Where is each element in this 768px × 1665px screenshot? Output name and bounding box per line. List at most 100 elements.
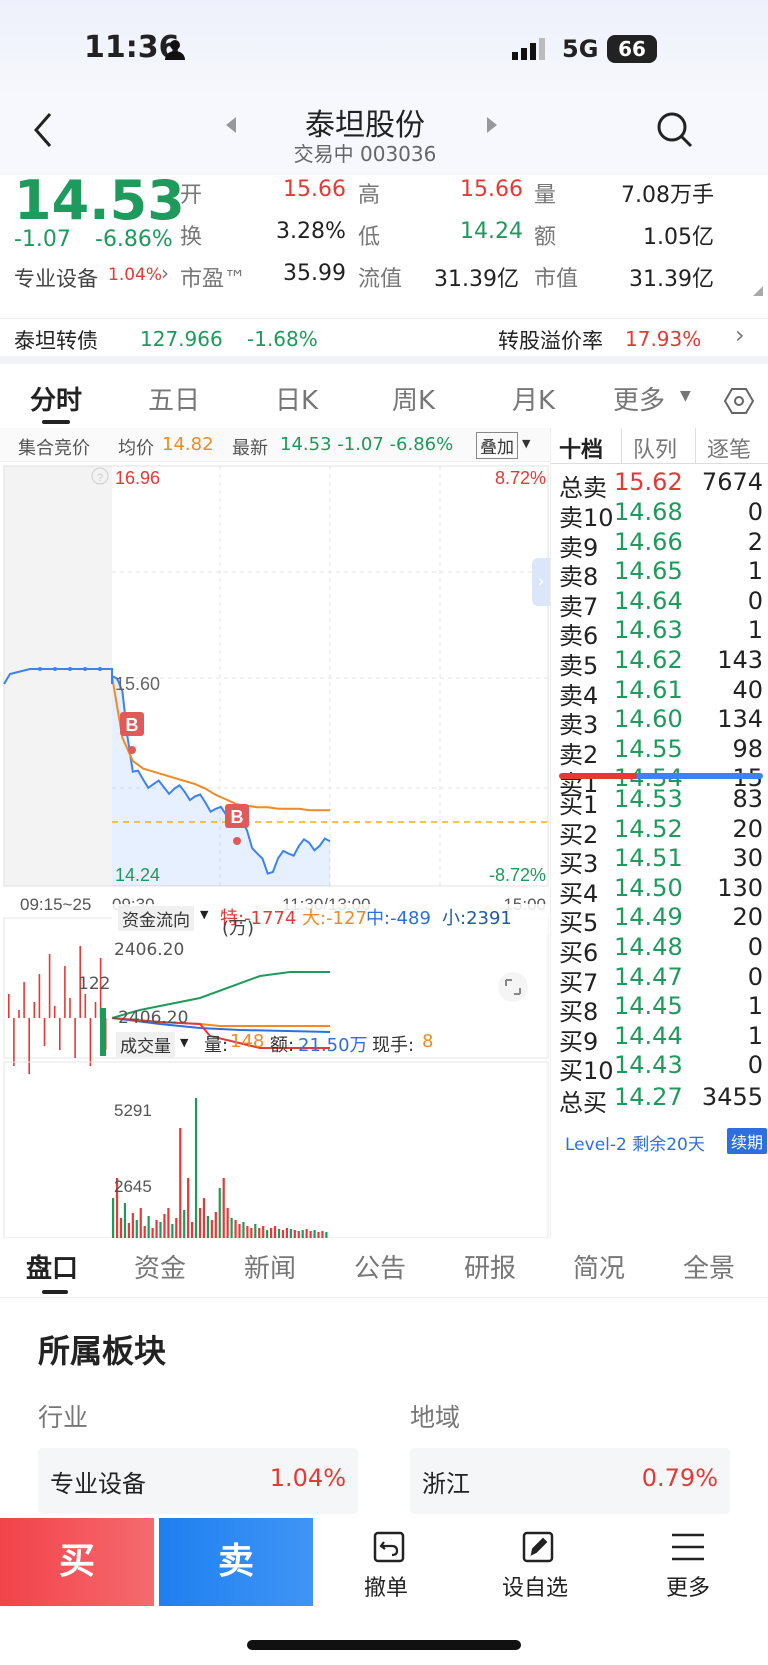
ask-level-row[interactable]: 卖2 14.55 98 <box>559 735 763 769</box>
bid-level-row[interactable]: 买10 14.43 0 <box>559 1051 763 1085</box>
volume-dropdown[interactable]: 成交量 <box>116 1032 175 1057</box>
intraday-chart-area[interactable]: 集合竞价 均价 14.82 最新 14.53 -1.07 -6.86% 叠加 ▼… <box>0 428 550 1238</box>
flow-bar <box>38 974 41 1018</box>
dropdown-icon: ▼ <box>200 908 209 921</box>
tab-research[interactable]: 研报 <box>464 1248 516 1285</box>
tab-monthly-k[interactable]: 月K <box>512 380 555 417</box>
renew-button[interactable]: 续期 <box>727 1128 768 1154</box>
level-price: 14.48 <box>614 933 683 961</box>
tab-tick[interactable]: 逐笔 <box>707 432 751 464</box>
flow-bar <box>48 954 51 1018</box>
info-tabs: 盘口 资金 新闻 公告 研报 简况 全景 <box>0 1238 768 1298</box>
industry-name: 专业设备 <box>50 1470 146 1498</box>
ask-level-row[interactable]: 卖8 14.65 1 <box>559 557 763 591</box>
bid-level-row[interactable]: 买2 14.52 20 <box>559 815 763 849</box>
volume-bar <box>151 1228 154 1238</box>
bid-level-row[interactable]: 买9 14.44 1 <box>559 1022 763 1056</box>
sector-name[interactable]: 专业设备 <box>14 263 98 293</box>
y-axis-top-pct: 8.72% <box>495 468 546 488</box>
level-volume: 0 <box>747 962 763 991</box>
tab-overview[interactable]: 全景 <box>683 1248 735 1285</box>
chevron-right-icon[interactable]: › <box>532 558 550 606</box>
total-buy-volume: 3455 <box>701 1083 763 1111</box>
buy-button[interactable]: 买 <box>0 1518 154 1606</box>
ask-level-row[interactable]: 卖6 14.63 1 <box>559 616 763 650</box>
industry-card[interactable]: 专业设备 1.04% <box>38 1448 358 1514</box>
amt-value: 21.50万 <box>298 1035 368 1056</box>
volume-bar <box>301 1230 304 1238</box>
bid-level-row[interactable]: 买7 14.47 0 <box>559 962 763 997</box>
price-change-pct: -6.86% <box>95 227 173 252</box>
market-cap-value: 31.39亿 <box>629 267 714 292</box>
svg-text:B: B <box>231 807 244 827</box>
amount-label: 额 <box>534 225 557 250</box>
signal-icon <box>512 38 545 60</box>
ask-level-row[interactable]: 卖7 14.64 0 <box>559 587 763 621</box>
convertible-bond-row[interactable]: 泰坦转债 127.966 -1.68% 转股溢价率 17.93% › <box>0 318 768 364</box>
tab-handicap[interactable]: 盘口 <box>26 1248 78 1285</box>
settings-hexagon-icon[interactable] <box>724 386 754 416</box>
tab-daily-k[interactable]: 日K <box>275 380 318 417</box>
sell-button[interactable]: 卖 <box>159 1518 313 1606</box>
flow-bar <box>84 994 87 1018</box>
add-watchlist-button[interactable]: 设自选 <box>490 1526 586 1602</box>
tab-funds[interactable]: 资金 <box>134 1248 186 1285</box>
tab-weekly-k[interactable]: 周K <box>392 380 435 417</box>
tab-queue[interactable]: 队列 <box>633 432 677 464</box>
level-price: 14.43 <box>614 1051 683 1080</box>
chevron-right-icon[interactable]: › <box>161 261 169 285</box>
expand-corner-icon[interactable] <box>753 286 763 296</box>
ask-level-row[interactable]: 卖4 14.61 40 <box>559 676 763 710</box>
high-label: 高 <box>358 183 381 208</box>
overlay-dropdown[interactable]: 叠加 <box>476 432 518 459</box>
ask-level-row[interactable]: 卖5 14.62 143 <box>559 646 763 680</box>
level-volume: 134 <box>717 705 763 734</box>
volume-bar <box>262 1226 265 1238</box>
volume-bar <box>210 1220 213 1238</box>
cancel-order-button[interactable]: 撤单 <box>340 1526 436 1602</box>
region-card[interactable]: 浙江 0.79% <box>410 1448 730 1514</box>
svg-text:?: ? <box>97 472 103 484</box>
total-sell-volume: 7674 <box>701 468 763 496</box>
bid-level-row[interactable]: 买1 14.53 83 <box>559 785 763 819</box>
volume-bar <box>155 1220 158 1238</box>
fund-flow-dropdown[interactable]: 资金流向 <box>118 906 194 931</box>
next-stock-icon[interactable] <box>485 115 499 135</box>
tab-more[interactable]: 更多 <box>613 380 665 417</box>
tab-intraday[interactable]: 分时 <box>30 380 82 417</box>
tab-news[interactable]: 新闻 <box>244 1248 296 1285</box>
sector-pct[interactable]: 1.04% <box>108 265 162 285</box>
prev-stock-icon[interactable] <box>224 115 238 135</box>
tab-ten-level[interactable]: 十档 <box>559 432 603 464</box>
volume-bar <box>139 1208 142 1238</box>
bid-level-row[interactable]: 买6 14.48 0 <box>559 933 763 967</box>
ask-level-row[interactable]: 卖9 14.66 2 <box>559 528 763 562</box>
bid-level-row[interactable]: 买3 14.51 30 <box>559 844 763 878</box>
volume-bar <box>159 1222 162 1238</box>
level-price: 14.60 <box>614 705 683 734</box>
volume-bar <box>238 1224 241 1238</box>
volume-bar <box>206 1216 209 1238</box>
amount-value: 1.05亿 <box>643 225 714 250</box>
high-value: 15.66 <box>460 177 523 202</box>
volume-bar <box>119 1218 123 1238</box>
search-icon[interactable] <box>655 110 695 150</box>
fund-flow-header: 资金流向 ▼ 特:-1774 大:-127 中:-489 小:2391 <box>112 904 548 934</box>
active-tab-indicator <box>42 1290 68 1294</box>
avg-value: 14.82 <box>162 434 214 455</box>
order-book-tabs: 十档 队列 逐笔 <box>551 428 768 464</box>
tab-five-day[interactable]: 五日 <box>148 380 200 417</box>
bid-level-row[interactable]: 买8 14.45 1 <box>559 992 763 1026</box>
bid-level-row[interactable]: 买5 14.49 20 <box>559 903 763 937</box>
bid-level-row[interactable]: 买4 14.50 130 <box>559 874 763 908</box>
ask-level-row[interactable]: 卖10 14.68 0 <box>559 498 763 532</box>
back-icon[interactable] <box>30 110 56 150</box>
tab-announcements[interactable]: 公告 <box>354 1248 406 1285</box>
fullscreen-button[interactable] <box>498 972 528 1002</box>
ask-level-row[interactable]: 卖3 14.60 134 <box>559 705 763 739</box>
tab-profile[interactable]: 简况 <box>573 1248 625 1285</box>
battery-icon: 66 <box>607 35 657 63</box>
volume-bar <box>135 1220 138 1238</box>
volume-bar <box>222 1178 225 1238</box>
more-button[interactable]: 更多 <box>640 1526 736 1602</box>
